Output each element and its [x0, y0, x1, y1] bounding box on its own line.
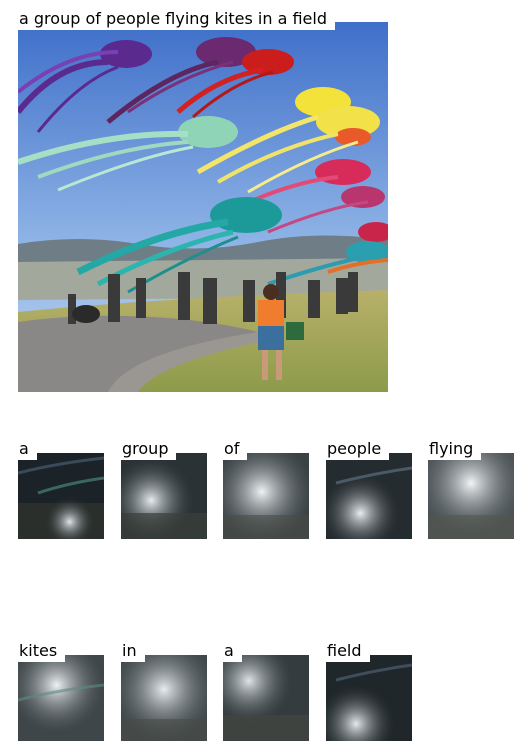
attention-map-1 — [121, 453, 207, 539]
word-label-5: kites — [18, 640, 66, 662]
attention-map-8 — [326, 655, 412, 741]
attention-map-5 — [18, 655, 104, 741]
attention-map-6 — [121, 655, 207, 741]
attention-map-7 — [223, 655, 309, 741]
attention-map-0 — [18, 453, 104, 539]
attention-map-3 — [326, 453, 412, 539]
word-label-6: in — [121, 640, 145, 662]
word-label-8: field — [326, 640, 370, 662]
word-label-4: flying — [428, 438, 482, 460]
word-label-7: a — [223, 640, 242, 662]
caption-label: a group of people flying kites in a fiel… — [18, 8, 335, 30]
attention-map-2 — [223, 453, 309, 539]
word-label-0: a — [18, 438, 37, 460]
attention-map-4 — [428, 453, 514, 539]
main-photo — [18, 22, 388, 392]
word-label-1: group — [121, 438, 177, 460]
word-label-2: of — [223, 438, 248, 460]
word-label-3: people — [326, 438, 390, 460]
